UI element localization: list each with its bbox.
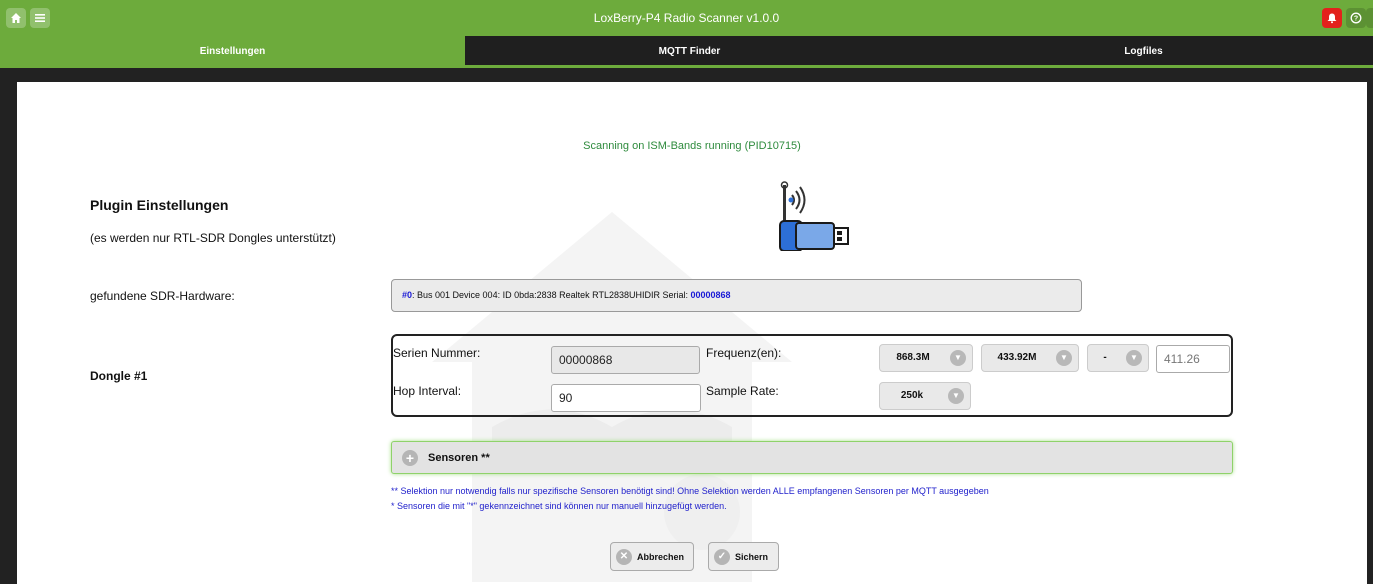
close-icon: ✕ [616, 549, 632, 565]
sensoren-collapsible[interactable]: + Sensoren ** [391, 441, 1233, 474]
cancel-button[interactable]: ✕ Abbrechen [610, 542, 694, 571]
sdr-hardware-label: gefundene SDR-Hardware: [90, 289, 235, 303]
svg-text:?: ? [1354, 16, 1358, 23]
sample-rate-label: Sample Rate: [706, 384, 779, 398]
main-content: Scanning on ISM-Bands running (PID10715)… [17, 82, 1367, 584]
frequency-select-2[interactable]: 433.92M ▼ [981, 344, 1079, 372]
note-selection: ** Selektion nur notwendig falls nur spe… [391, 486, 989, 496]
chevron-down-icon: ▼ [950, 350, 966, 366]
tab-mqtt-finder[interactable]: MQTT Finder [465, 36, 914, 67]
help-icon[interactable]: ? [1346, 8, 1366, 28]
dongle-label: Dongle #1 [90, 369, 148, 383]
chevron-down-icon: ▼ [1126, 350, 1142, 366]
save-button[interactable]: ✓ Sichern [708, 542, 779, 571]
serial-number-label: Serien Nummer: [393, 346, 481, 360]
frequency-label: Frequenz(en): [706, 346, 782, 360]
frequency-select-1[interactable]: 868.3M ▼ [879, 344, 973, 372]
dongle-settings-box: Serien Nummer: 00000868 Frequenz(en): 86… [391, 334, 1233, 417]
sample-rate-select[interactable]: 250k ▼ [879, 382, 971, 410]
hop-interval-label: Hop Interval: [393, 384, 462, 398]
chevron-down-icon: ▼ [948, 388, 964, 404]
bell-icon[interactable] [1322, 8, 1342, 28]
scan-status: Scanning on ISM-Bands running (PID10715) [583, 140, 801, 152]
note-manual: * Sensoren die mit "*" gekennzeichnet si… [391, 501, 727, 511]
check-icon: ✓ [714, 549, 730, 565]
hardware-serial: 00000868 [690, 290, 731, 300]
tab-divider [0, 65, 1373, 68]
sdr-hardware-box: #0: Bus 001 Device 004: ID 0bda:2838 Rea… [391, 279, 1082, 312]
plugin-settings-title: Plugin Einstellungen [90, 197, 229, 213]
tab-bar: Einstellungen MQTT Finder Logfiles [0, 36, 1373, 67]
frequency-select-3[interactable]: - ▼ [1087, 344, 1149, 372]
chevron-down-icon: ▼ [1056, 350, 1072, 366]
plugin-settings-subtitle: (es werden nur RTL-SDR Dongles unterstüt… [90, 231, 336, 245]
plus-icon: + [402, 450, 418, 466]
hardware-text: : Bus 001 Device 004: ID 0bda:2838 Realt… [412, 290, 691, 300]
tab-logfiles[interactable]: Logfiles [914, 36, 1373, 67]
usb-dongle-icon [779, 181, 849, 251]
sensoren-label: Sensoren ** [428, 452, 490, 464]
tab-einstellungen[interactable]: Einstellungen [0, 36, 465, 67]
serial-number-field[interactable]: 00000868 [551, 346, 700, 374]
app-title: LoxBerry-P4 Radio Scanner v1.0.0 [593, 11, 780, 25]
power-icon[interactable] [1366, 8, 1373, 28]
hop-interval-field[interactable]: 90 [551, 384, 701, 412]
top-bar: LoxBerry-P4 Radio Scanner v1.0.0 ? [0, 0, 1373, 36]
custom-frequency-field[interactable]: 411.26 [1156, 345, 1230, 373]
hardware-index: #0 [402, 290, 413, 300]
